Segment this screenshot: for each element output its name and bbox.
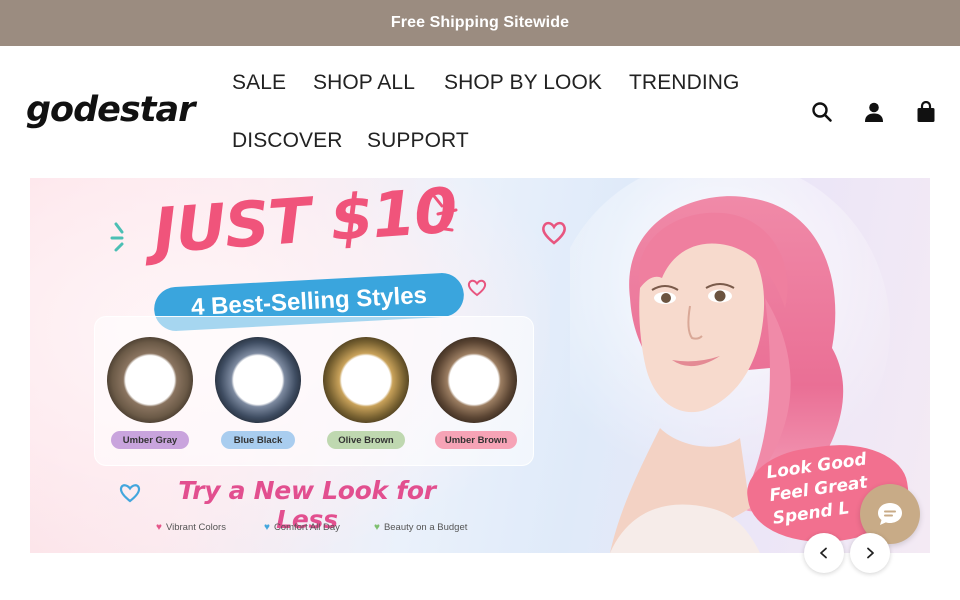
account-icon[interactable] — [861, 99, 887, 125]
lens-showcase: Umber Gray Blue Black Olive Brown Umber … — [94, 316, 534, 466]
feature-label: Comfort All Day — [273, 522, 340, 533]
lens-tag-umber-brown: Umber Brown — [435, 431, 517, 449]
lens-tag-olive-brown: Olive Brown — [327, 431, 405, 449]
announcement-bar: Free Shipping Sitewide — [0, 0, 960, 46]
heart-icon: ♥ — [156, 522, 162, 533]
heart-icon: ♥ — [264, 522, 270, 533]
heart-icon — [119, 484, 141, 503]
heart-icon: ♥ — [374, 522, 380, 533]
site-header: godestar SALE SHOP ALL SHOP BY LOOK TREN… — [0, 46, 960, 170]
announcement-text: Free Shipping Sitewide — [390, 14, 570, 31]
lens-olive-brown[interactable] — [323, 337, 409, 423]
nav-shop-by-look[interactable]: SHOP BY LOOK — [444, 71, 602, 95]
lens-blue-black[interactable] — [215, 337, 301, 423]
lens-tag-blue-black: Blue Black — [221, 431, 295, 449]
nav-support[interactable]: SUPPORT — [367, 129, 469, 153]
feature-item: ♥ Vibrant Colors — [156, 522, 226, 533]
nav-trending[interactable]: TRENDING — [629, 71, 739, 95]
nav-sale[interactable]: SALE — [232, 71, 286, 95]
search-icon[interactable] — [809, 99, 835, 125]
logo[interactable]: godestar — [26, 90, 195, 130]
feature-item: ♥ Comfort All Day — [264, 522, 340, 533]
lens-tag-umber-gray: Umber Gray — [111, 431, 189, 449]
feature-item: ♥ Beauty on a Budget — [374, 522, 467, 533]
hero-banner[interactable]: JUST $10 4 Best-Selling Styles Umber Gra… — [30, 178, 930, 553]
heart-icon — [467, 279, 487, 297]
feature-label: Vibrant Colors — [165, 522, 226, 533]
feature-label: Beauty on a Budget — [383, 522, 468, 533]
lens-umber-gray[interactable] — [107, 337, 193, 423]
chevron-right-icon — [867, 547, 874, 559]
lens-umber-brown[interactable] — [431, 337, 517, 423]
carousel-prev-button[interactable] — [804, 533, 844, 573]
heart-icon — [542, 221, 566, 245]
cart-icon[interactable] — [913, 99, 939, 125]
chat-icon — [878, 503, 902, 525]
chevron-left-icon — [820, 547, 827, 559]
nav-shop-all[interactable]: SHOP ALL — [313, 71, 415, 95]
nav-discover[interactable]: DISCOVER — [232, 129, 343, 153]
feature-list: ♥ Vibrant Colors ♥ Comfort All Day ♥ Bea… — [156, 522, 516, 538]
carousel-next-button[interactable] — [850, 533, 890, 573]
